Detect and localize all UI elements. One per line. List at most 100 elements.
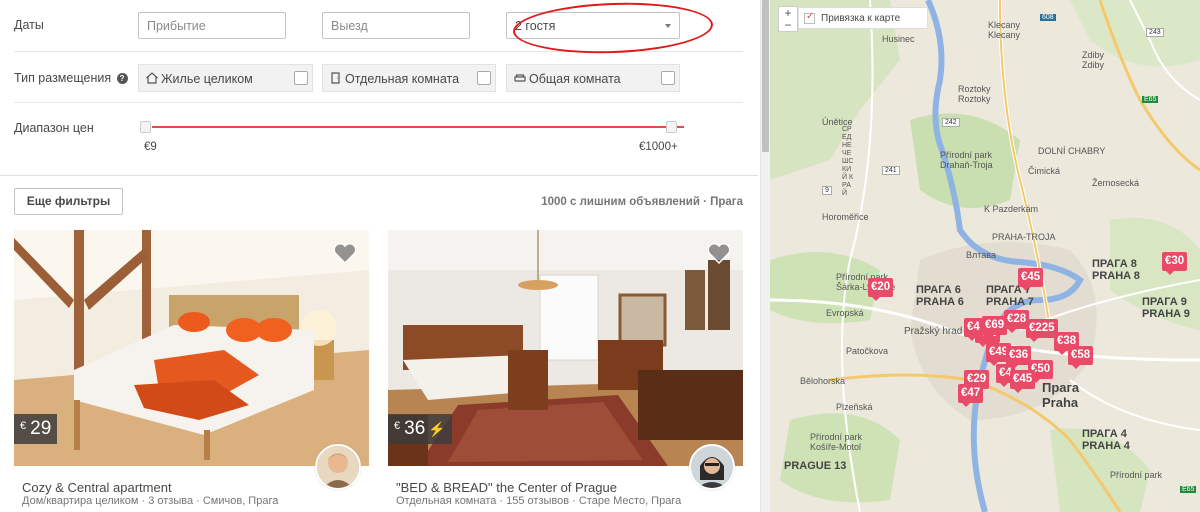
room-type-private-room[interactable]: Отдельная комната [322,64,496,92]
price-tag: € 29 [14,414,58,444]
road-number: E65 [1180,486,1197,493]
price-min-handle[interactable] [140,121,151,133]
map-label: Žernosecká [1092,178,1140,188]
price-marker[interactable]: €45 [1010,370,1036,393]
checkbox-icon[interactable] [804,11,815,24]
map-label: Влтава [966,250,996,260]
map-label: Přírodní park Košíře-Motol [810,432,863,452]
room-type-label: Жилье целиком [161,72,253,86]
map-label: Horoměřice [822,212,869,222]
listing-photo[interactable]: € 29 [14,230,369,466]
map-label: Roztoky Roztoky [958,84,991,104]
dates-label: Даты [14,18,44,32]
map-label: ПРАГА 9 PRAHA 9 [1142,296,1190,320]
price-max-label: €1000+ [639,141,678,153]
sofa-icon [514,74,526,82]
map-label: PRAGUE 13 [784,460,847,472]
road-number: E65 [1142,96,1159,103]
checkout-placeholder: Выезд [331,19,368,33]
entire-home-checkbox[interactable] [294,71,308,85]
price-marker[interactable]: €69 [982,316,1008,339]
scrollbar-thumb[interactable] [762,0,769,152]
price-marker[interactable]: €58 [1068,346,1094,369]
host-photo [691,446,733,488]
map-label: Klecany Klecany [988,20,1021,40]
room-type-row: Тип размещения ? Жилье целиком Отдельная… [14,52,743,103]
host-photo [317,446,359,488]
map-label: ПРАГА 8 PRAHA 8 [1092,258,1140,282]
house-icon [146,72,158,84]
door-icon [331,72,340,84]
price-marker[interactable]: €20 [868,278,894,301]
shared-room-checkbox[interactable] [661,71,675,85]
map-label: СРЕДНЕЧЕШСКИЙ КРАЙ [842,126,854,197]
road-number: 608 [1040,14,1056,21]
price-max-handle[interactable] [666,121,677,133]
map-label: ПРАГА 4 PRAHA 4 [1082,428,1130,452]
listing-card[interactable]: € 36 ⚡ "BED & BREAD" the Center of Pragu… [388,230,743,512]
road-number: 9 [822,186,832,195]
price-marker[interactable]: €47 [958,384,984,407]
price-marker[interactable]: €45 [1018,268,1044,291]
price-marker[interactable]: €225 [1026,319,1058,342]
listing-subtitle: Отдельная комната · 155 отзывов · Старе … [396,495,682,507]
more-filters-button[interactable]: Еще фильтры [14,188,123,215]
price-slider-track[interactable] [152,126,684,128]
map-label: Patočkova [846,346,889,356]
map-label: Přírodní park Drahaň-Troja [940,150,993,170]
map-label: Plzeňská [836,402,873,412]
map-label: PRAHA-TROJA [992,232,1056,242]
checkin-placeholder: Прибытие [147,19,206,33]
price-amount: 29 [30,418,52,439]
room-type-shared-room[interactable]: Общая комната [506,64,680,92]
listing-title[interactable]: "BED & BREAD" the Center of Prague [396,480,617,495]
map-label: Evropská [826,308,864,318]
host-avatar[interactable] [689,444,735,490]
scrollbar[interactable] [760,0,770,512]
results-count: 1000 с лишним объявлений · Прага [541,196,743,208]
price-range-row: Диапазон цен €9 €1000+ [14,103,743,176]
help-icon[interactable]: ? [116,73,128,84]
map-label: K Pazderkám [984,204,1039,214]
listing-title[interactable]: Cozy & Central apartment [22,480,172,495]
price-tag: € 36 ⚡ [388,414,452,444]
map-label: Pražský hrad [904,326,963,337]
checkin-input[interactable]: Прибытие [138,12,286,39]
room-type-label: Общая комната [529,72,621,86]
price-range-label: Диапазон цен [14,121,94,135]
room-type-label: Тип размещения ? [14,71,128,85]
filters-panel: Даты Прибытие Выезд 2 гостя Тип размещен… [0,0,758,176]
road-number: 243 [1146,28,1164,37]
heart-icon[interactable] [707,242,731,264]
map[interactable]: + − Привязка к карте Husinec Klecany Kle… [770,0,1200,512]
room-type-label-text: Тип размещения [14,71,112,85]
zoom-out-button[interactable]: − [779,19,797,31]
zoom-controls[interactable]: + − [778,6,798,32]
road-number: 241 [882,166,900,175]
price-marker[interactable]: €4 [964,318,983,341]
price-marker[interactable]: €30 [1162,252,1188,275]
map-label: Čimická [1028,166,1061,176]
map-label: Bělohorská [800,376,846,386]
map-label: ПРАГА 6 PRAHA 6 [916,284,964,308]
move-with-map-toggle[interactable]: Привязка к карте [798,7,928,29]
heart-icon[interactable] [333,242,357,264]
listing-card[interactable]: € 29 Cozy & Central apartment Дом/кварти… [14,230,369,512]
map-label: Husinec [882,34,915,44]
currency-symbol: € [20,420,27,432]
listings-panel: Даты Прибытие Выезд 2 гостя Тип размещен… [0,0,760,512]
room-type-entire-home[interactable]: Жилье целиком [138,64,313,92]
map-label: Přírodní park [1110,470,1163,480]
currency-symbol: € [394,420,401,432]
checkout-input[interactable]: Выезд [322,12,470,39]
listing-photo[interactable]: € 36 ⚡ [388,230,743,466]
instant-book-icon: ⚡ [428,421,446,437]
price-min-label: €9 [144,141,157,153]
host-avatar[interactable] [315,444,361,490]
private-room-checkbox[interactable] [477,71,491,85]
guests-value: 2 гостя [515,19,556,33]
move-with-map-label: Привязка к карте [821,13,901,24]
price-amount: 36 [404,418,426,439]
guests-select[interactable]: 2 гостя [506,12,680,39]
map-label: Zdiby Zdiby [1082,50,1105,70]
